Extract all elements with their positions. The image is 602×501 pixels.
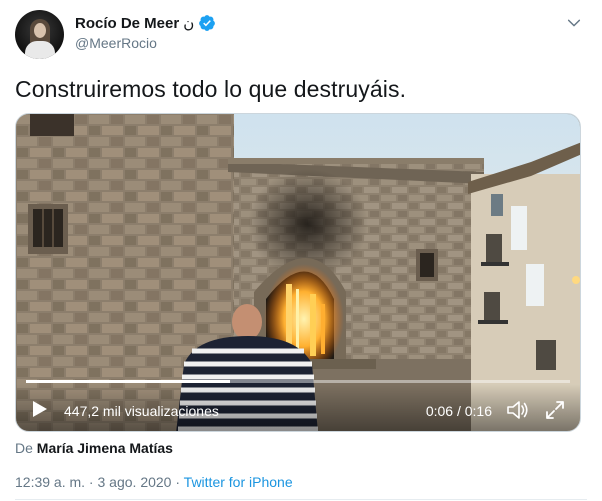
meta-separator: · bbox=[85, 474, 98, 490]
tweet-meta: 12:39 a. m. · 3 ago. 2020 · Twitter for … bbox=[15, 474, 293, 490]
tweet-card: Rocío De Meer ن @MeerRocio Construiremos… bbox=[0, 0, 602, 501]
video-progress-bar[interactable] bbox=[26, 380, 570, 383]
duration: 0:16 bbox=[464, 403, 492, 419]
attribution-prefix: De bbox=[15, 440, 33, 456]
time-separator: / bbox=[453, 403, 465, 419]
author-display-name[interactable]: Rocío De Meer bbox=[75, 15, 179, 32]
meta-separator-2: · bbox=[171, 474, 184, 490]
play-icon[interactable] bbox=[32, 400, 48, 418]
chevron-down-icon[interactable] bbox=[566, 15, 582, 31]
verified-badge-icon bbox=[199, 15, 216, 31]
avatar[interactable] bbox=[15, 10, 64, 59]
video-timecode: 0:06 / 0:16 bbox=[426, 403, 492, 419]
video-player[interactable]: 447,2 mil visualizaciones 0:06 / 0:16 bbox=[15, 113, 581, 432]
tweet-date[interactable]: 3 ago. 2020 bbox=[98, 474, 172, 490]
tweet-source-app[interactable]: Twitter for iPhone bbox=[184, 474, 293, 490]
current-time: 0:06 bbox=[425, 403, 454, 419]
author-name-suffix: ن bbox=[183, 15, 195, 32]
fullscreen-icon[interactable] bbox=[544, 399, 566, 421]
author-name-row[interactable]: Rocío De Meer ن bbox=[75, 14, 216, 32]
video-controls: 447,2 mil visualizaciones 0:06 / 0:16 bbox=[16, 384, 580, 431]
author-handle[interactable]: @MeerRocio bbox=[75, 35, 157, 51]
attribution-source-name[interactable]: María Jimena Matías bbox=[37, 440, 173, 456]
volume-icon[interactable] bbox=[506, 399, 530, 421]
tweet-time[interactable]: 12:39 a. m. bbox=[15, 474, 85, 490]
avatar-body bbox=[25, 41, 55, 59]
video-progress-fill bbox=[26, 380, 230, 383]
video-attribution: De María Jimena Matías bbox=[15, 440, 173, 456]
view-count: 447,2 mil visualizaciones bbox=[64, 403, 219, 419]
tweet-text: Construiremos todo lo que destruyáis. bbox=[15, 76, 407, 102]
divider bbox=[15, 499, 587, 500]
avatar-face bbox=[34, 23, 46, 38]
